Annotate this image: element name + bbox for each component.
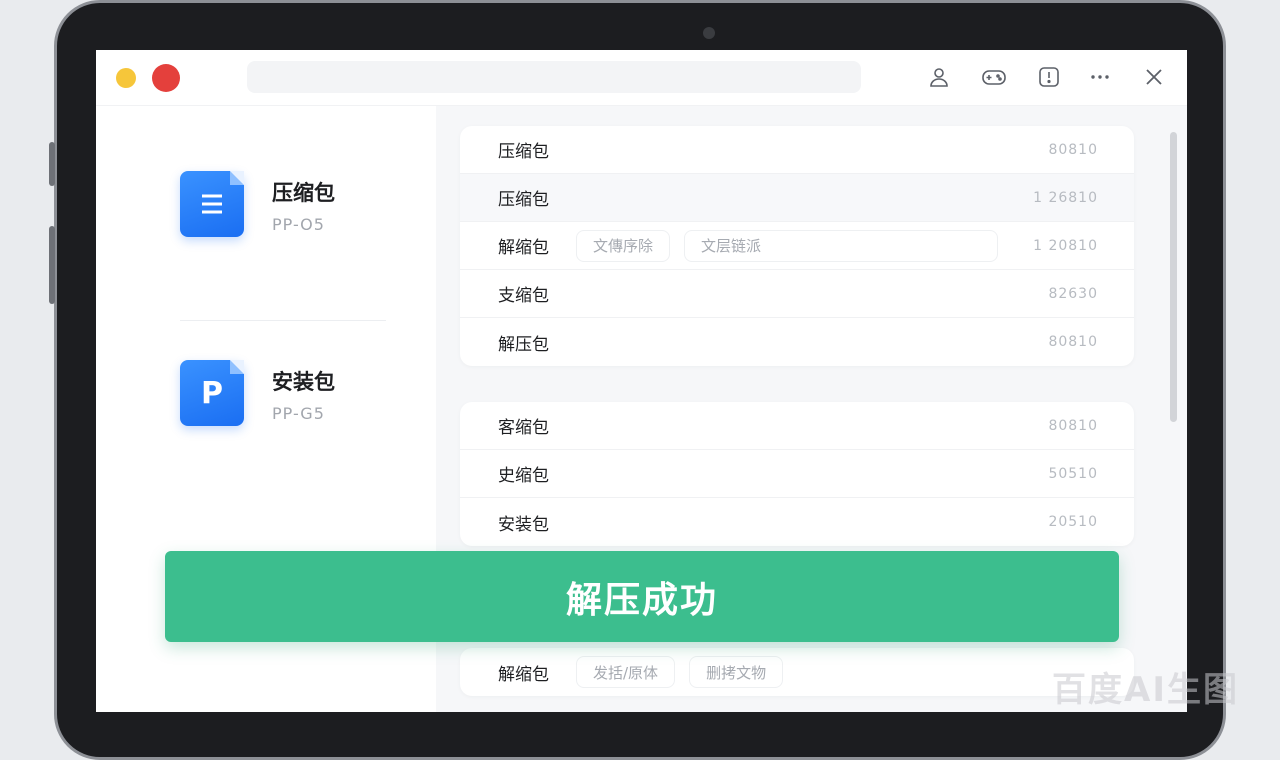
title-bar bbox=[96, 50, 1187, 106]
list-item[interactable]: 压缩包 1 26810 bbox=[460, 174, 1134, 222]
divider bbox=[180, 320, 386, 321]
file-item-installer[interactable]: P 安装包 PP-G5 bbox=[180, 360, 440, 430]
list-item[interactable]: 压缩包 80810 bbox=[460, 126, 1134, 174]
file-name: 压缩包 bbox=[272, 181, 335, 205]
tag[interactable]: 文层链派 bbox=[684, 229, 999, 262]
presentation-file-icon: P bbox=[180, 360, 244, 426]
list-card: 压缩包 80810 压缩包 1 26810 解缩包 文傳序除 文层链派 1 20… bbox=[460, 126, 1134, 366]
close-window-button[interactable] bbox=[152, 64, 180, 92]
list-item[interactable]: 解缩包 发括/原体 删拷文物 bbox=[460, 648, 1134, 696]
file-code: PP-G5 bbox=[272, 404, 325, 423]
gamepad-icon[interactable] bbox=[981, 64, 1007, 90]
list-item[interactable]: 解缩包 文傳序除 文层链派 1 20810 bbox=[460, 222, 1134, 270]
file-item-archive[interactable]: 压缩包 PP-O5 bbox=[180, 171, 440, 241]
list-card: 解缩包 发括/原体 删拷文物 bbox=[460, 648, 1134, 696]
watermark: 百度AI生图 bbox=[1052, 670, 1239, 710]
file-name: 安装包 bbox=[272, 370, 335, 394]
close-icon[interactable] bbox=[1141, 64, 1167, 90]
side-button bbox=[49, 142, 55, 186]
side-button bbox=[49, 226, 55, 304]
list-item[interactable]: 安装包 20510 bbox=[460, 498, 1134, 546]
document-icon bbox=[180, 171, 244, 237]
list-item[interactable]: 史缩包 50510 bbox=[460, 450, 1134, 498]
tag[interactable]: 发括/原体 bbox=[576, 656, 676, 688]
tag[interactable]: 文傳序除 bbox=[576, 229, 671, 262]
tag[interactable]: 删拷文物 bbox=[689, 656, 784, 688]
camera-icon bbox=[703, 27, 715, 39]
file-code: PP-O5 bbox=[272, 215, 325, 234]
list-item[interactable]: 客缩包 80810 bbox=[460, 402, 1134, 450]
address-bar[interactable] bbox=[247, 61, 861, 93]
info-icon[interactable] bbox=[1036, 64, 1062, 90]
list-item[interactable]: 支缩包 82630 bbox=[460, 270, 1134, 318]
user-icon[interactable] bbox=[926, 64, 952, 90]
minimize-button[interactable] bbox=[116, 68, 136, 88]
success-banner: 解压成功 bbox=[165, 551, 1119, 642]
list-item[interactable]: 解压包 80810 bbox=[460, 318, 1134, 366]
scrollbar[interactable] bbox=[1170, 132, 1177, 422]
list-card: 客缩包 80810 史缩包 50510 安装包 20510 bbox=[460, 402, 1134, 546]
more-icon[interactable] bbox=[1087, 64, 1113, 90]
